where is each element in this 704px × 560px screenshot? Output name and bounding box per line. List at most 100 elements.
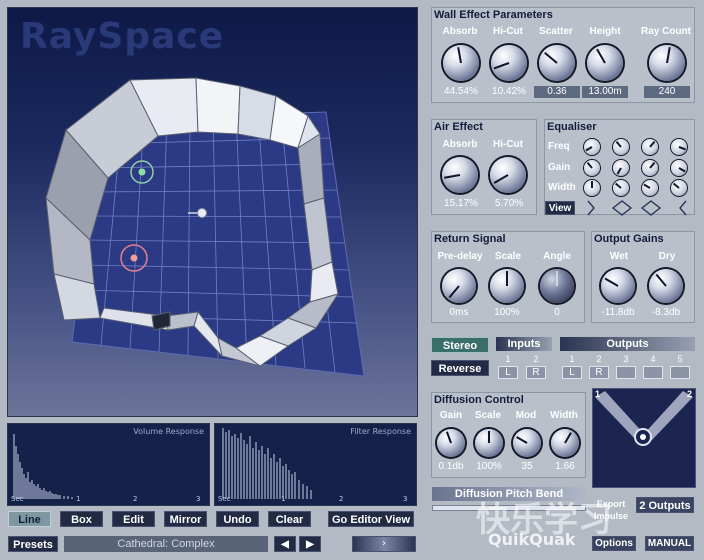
diff-width-knob[interactable]	[551, 429, 579, 457]
eq-freq-knob-4[interactable]	[671, 139, 687, 155]
wet-value: -11.8db	[601, 307, 635, 318]
eq-width-label: Width	[548, 182, 576, 193]
angle-value: 0	[554, 307, 560, 318]
volume-response-graph: Volume Response Sec 1 2 3	[7, 423, 210, 506]
output-num-5: 5	[677, 354, 683, 364]
line-tool-button[interactable]: Line	[8, 511, 51, 527]
vol-tick-2: 2	[133, 495, 138, 503]
listener	[197, 208, 207, 218]
presets-button[interactable]: Presets	[8, 536, 58, 552]
wall-hicut-knob[interactable]	[491, 45, 527, 81]
output-num-4: 4	[650, 354, 656, 364]
manual-button[interactable]: MANUAL	[645, 536, 694, 551]
eq-freq-knob-1[interactable]	[584, 139, 600, 155]
speaker-2-label: 2	[686, 389, 692, 399]
outputs-header: Outputs	[560, 337, 695, 351]
eq-gain-label: Gain	[548, 162, 571, 173]
output-gains-title: Output Gains	[594, 233, 664, 245]
wall-scatter-knob[interactable]	[539, 45, 575, 81]
box-tool-button[interactable]: Box	[60, 511, 103, 527]
clear-button[interactable]: Clear	[268, 511, 311, 527]
filt-tick-2: 2	[339, 495, 344, 503]
vol-tick-sec: Sec	[11, 495, 24, 503]
outputs-count-button[interactable]: 2 Outputs	[636, 497, 694, 513]
preset-name-display[interactable]: Cathedral: Complex	[64, 536, 268, 552]
angle-knob[interactable]	[540, 269, 574, 303]
ray-count-knob[interactable]	[649, 45, 685, 81]
input-2-selector[interactable]: R	[526, 366, 546, 379]
eq-gain-knob-4[interactable]	[671, 160, 687, 176]
eq-width-knob-3[interactable]	[642, 180, 658, 196]
angle-label: Angle	[543, 251, 571, 262]
stereo-button[interactable]: Stereo	[431, 337, 489, 353]
dry-label: Dry	[658, 251, 676, 262]
eq-gain-knob-1[interactable]	[584, 160, 600, 176]
filter-response-plot	[222, 428, 312, 499]
diff-width-value: 1.66	[555, 461, 575, 472]
go-editor-view-button[interactable]: Go Editor View	[328, 511, 414, 527]
output-2-selector[interactable]: R	[589, 366, 609, 379]
eq-width-knob-4[interactable]	[671, 180, 687, 196]
room-viewport[interactable]: RaySpace	[7, 7, 418, 417]
undo-button[interactable]: Undo	[216, 511, 259, 527]
eq-view-button[interactable]: View	[545, 201, 575, 215]
wet-knob[interactable]	[601, 269, 635, 303]
wall-height-knob[interactable]	[587, 45, 623, 81]
air-absorb-knob[interactable]	[442, 157, 478, 193]
diff-gain-knob[interactable]	[437, 429, 465, 457]
eq-gain-knob-2[interactable]	[613, 160, 629, 176]
eq-freq-knob-3[interactable]	[642, 139, 658, 155]
output-num-1: 1	[569, 354, 575, 364]
filter-response-graph: Filter Response Sec 1 2 3	[214, 423, 417, 506]
inputs-header: Inputs	[496, 337, 552, 351]
preset-next-button[interactable]: ▶	[299, 536, 321, 552]
wall-scatter-value: 0.36	[534, 86, 580, 98]
input-num-1: 1	[505, 354, 511, 364]
air-hicut-value: 5.70%	[494, 198, 524, 209]
input-1-selector[interactable]: L	[498, 366, 518, 379]
volume-response-plot	[13, 434, 73, 499]
output-3-selector[interactable]	[616, 366, 636, 379]
air-hicut-label: Hi-Cut	[493, 139, 523, 150]
wall-height-label: Height	[589, 26, 621, 37]
diff-mod-knob[interactable]	[513, 429, 541, 457]
output-4-selector[interactable]	[643, 366, 663, 379]
edit-tool-button[interactable]: Edit	[112, 511, 155, 527]
scale-value: 100%	[494, 307, 520, 318]
eq-freq-label: Freq	[548, 141, 570, 152]
air-absorb-value: 15.17%	[444, 198, 478, 209]
equaliser-title: Equaliser	[547, 121, 597, 133]
predelay-value: 0ms	[449, 307, 469, 318]
wall-hicut-value: 10.42%	[492, 86, 526, 97]
speaker-1-label: 1	[595, 389, 601, 399]
reverse-button[interactable]: Reverse	[431, 360, 489, 376]
scroll-slider[interactable]: ›	[352, 536, 416, 552]
scale-knob[interactable]	[490, 269, 524, 303]
dry-value: -8.3db	[651, 307, 681, 318]
diffusion-control-title: Diffusion Control	[434, 394, 524, 406]
eq-width-knob-2[interactable]	[613, 180, 629, 196]
watermark-text: QuikQuak	[488, 530, 576, 549]
room-model	[45, 77, 365, 377]
air-hicut-knob[interactable]	[490, 157, 526, 193]
output-1-selector[interactable]: L	[562, 366, 582, 379]
output-5-selector[interactable]	[670, 366, 690, 379]
eq-freq-knob-2[interactable]	[613, 139, 629, 155]
output-num-2: 2	[596, 354, 602, 364]
ray-count-label: Ray Count	[641, 26, 691, 37]
wall-absorb-value: 44.54%	[444, 86, 478, 97]
dry-knob[interactable]	[649, 269, 683, 303]
diff-scale-knob[interactable]	[475, 429, 503, 457]
speaker-placement-pad[interactable]: 1 2	[592, 388, 696, 488]
mirror-button[interactable]: Mirror	[164, 511, 207, 527]
filt-tick-sec: Sec	[218, 495, 231, 503]
predelay-knob[interactable]	[442, 269, 476, 303]
wall-absorb-knob[interactable]	[443, 45, 479, 81]
eq-gain-knob-3[interactable]	[642, 160, 658, 176]
filt-tick-1: 1	[281, 495, 286, 503]
eq-curve-icons	[587, 200, 687, 216]
return-signal-title: Return Signal	[434, 233, 506, 245]
preset-prev-button[interactable]: ◀	[274, 536, 296, 552]
eq-width-knob-1[interactable]	[584, 180, 600, 196]
air-effect-title: Air Effect	[434, 121, 483, 133]
